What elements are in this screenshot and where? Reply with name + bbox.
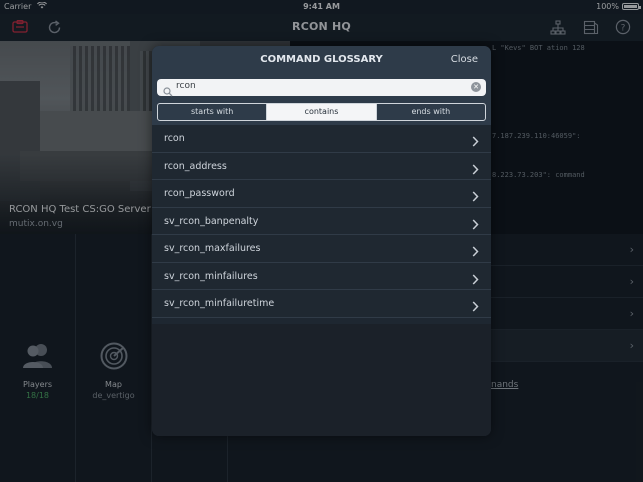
list-item[interactable]: rcon_password <box>152 180 491 208</box>
list-item[interactable]: sv_rcon_minfailures <box>152 262 491 290</box>
segment-contains[interactable]: contains <box>267 104 377 120</box>
chevron-right-icon <box>472 297 479 316</box>
command-name: rcon <box>164 133 185 144</box>
chevron-right-icon <box>472 187 479 206</box>
filter-segment-bar: starts with contains ends with <box>152 98 491 125</box>
list-item[interactable]: sv_rcon_minfailuretime <box>152 290 491 318</box>
match-mode-segmented-control: starts with contains ends with <box>157 103 486 121</box>
search-icon <box>163 82 173 101</box>
command-name: rcon_password <box>164 188 235 199</box>
search-bar: rcon ✕ <box>152 74 491 98</box>
command-name: rcon_address <box>164 160 227 172</box>
list-item[interactable]: sv_rcon_banpenalty <box>152 207 491 235</box>
command-name: sv_rcon_minfailures <box>164 270 258 282</box>
list-item[interactable]: rcon <box>152 125 491 153</box>
chevron-right-icon <box>472 132 479 151</box>
search-input[interactable]: rcon ✕ <box>157 79 486 97</box>
list-item[interactable]: sv_rcon_maxfailures <box>152 235 491 263</box>
search-value: rcon <box>176 81 196 91</box>
modal-header: COMMAND GLOSSARY Close <box>152 46 491 74</box>
segment-starts-with[interactable]: starts with <box>158 104 268 120</box>
chevron-right-icon <box>472 215 479 234</box>
command-list: rcon rcon_address rcon_password sv_rcon_… <box>152 125 491 318</box>
command-name: sv_rcon_maxfailures <box>164 243 261 254</box>
modal-title: COMMAND GLOSSARY <box>260 54 383 65</box>
list-item[interactable]: rcon_address <box>152 152 491 180</box>
segment-ends-with[interactable]: ends with <box>377 104 485 120</box>
close-button[interactable]: Close <box>451 54 478 65</box>
command-name: sv_rcon_minfailuretime <box>164 298 275 309</box>
chevron-right-icon <box>472 270 479 289</box>
chevron-right-icon <box>472 160 479 179</box>
chevron-right-icon <box>472 242 479 261</box>
command-name: sv_rcon_banpenalty <box>164 215 259 227</box>
command-glossary-modal: COMMAND GLOSSARY Close rcon ✕ starts wit… <box>152 46 491 436</box>
clear-search-icon[interactable]: ✕ <box>471 82 481 92</box>
list-empty-area <box>152 324 491 436</box>
